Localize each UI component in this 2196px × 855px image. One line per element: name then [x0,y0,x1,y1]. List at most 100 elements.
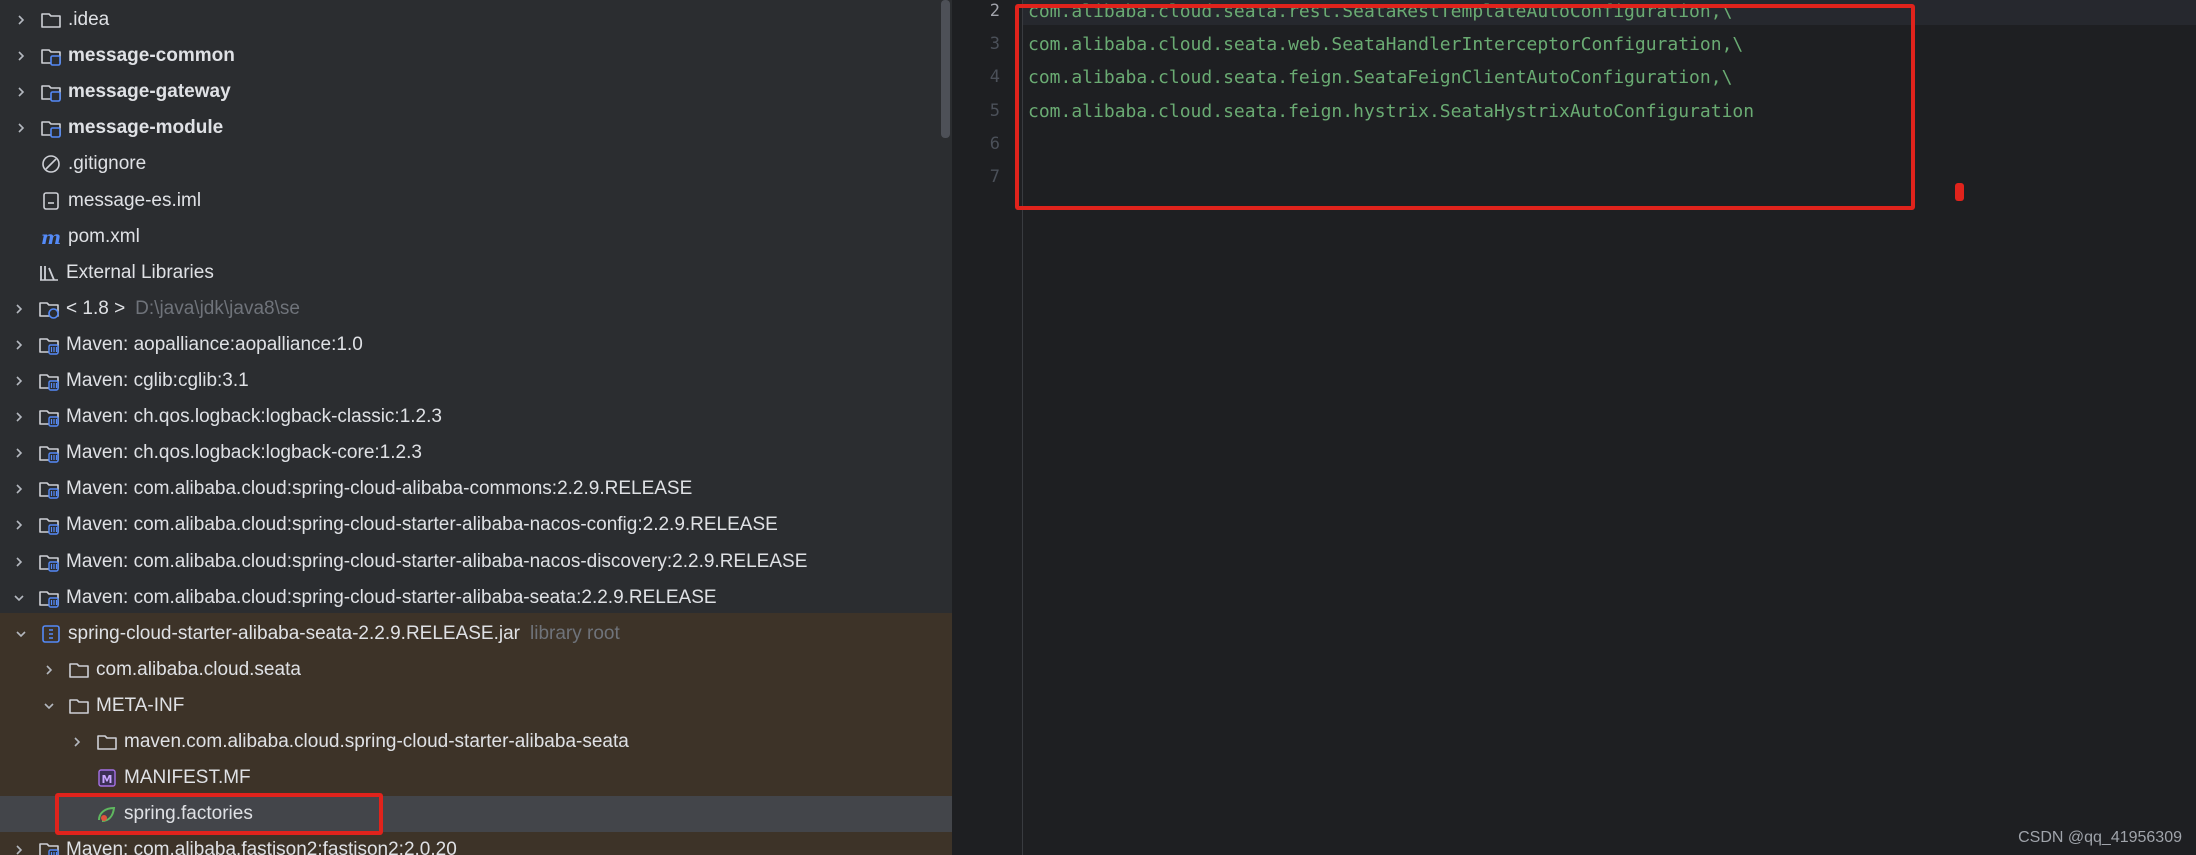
tree-item[interactable]: .gitignore [0,146,952,182]
tree-item-label: MANIFEST.MF [124,767,251,789]
tree-item[interactable]: m pom.xml [0,219,952,255]
project-tree-panel: .idea message-common message-gateway messag… [0,0,952,855]
chevron-right-icon[interactable] [10,81,32,103]
tree-item-label: message-es.iml [68,189,202,211]
module-folder-icon [38,79,64,105]
chevron-right-icon[interactable] [8,478,30,500]
library-folder-icon [36,332,62,358]
chevron-right-icon[interactable] [38,659,60,681]
chevron-right-icon[interactable] [8,442,30,464]
tree-item[interactable]: Maven: com.alibaba.cloud:spring-cloud-al… [0,471,952,507]
tree-item-label: Maven: com.alibaba.cloud:spring-cloud-st… [66,586,717,608]
line-number: 4 [989,67,1000,88]
folder-icon [66,693,92,719]
chevron-right-icon[interactable] [10,45,32,67]
module-folder-icon [38,43,64,69]
tree-item[interactable]: M MANIFEST.MF [0,760,952,796]
chevron-right-icon[interactable] [8,298,30,320]
library-folder-icon [36,837,62,855]
library-folder-icon [36,368,62,394]
annotation-box-spring-factories [55,793,383,835]
chevron-right-icon[interactable] [8,839,30,855]
tree-item[interactable]: External Libraries [0,255,952,291]
ide-window: .idea message-common message-gateway messag… [0,0,2196,855]
chevron-right-icon[interactable] [8,370,30,392]
library-folder-icon [36,476,62,502]
chevron-right-icon[interactable] [66,731,88,753]
tree-item-label: Maven: com.alibaba.cloud:spring-cloud-st… [66,514,778,536]
tree-item-label: META-INF [96,694,185,716]
tree-item-label: Maven: ch.qos.logback:logback-core:1.2.3 [66,442,422,464]
svg-text:M: M [102,773,113,786]
tree-item-label: Maven: com.alibaba.cloud:spring-cloud-st… [66,550,808,572]
annotation-box-code [1015,4,1915,210]
tree-item[interactable]: message-es.iml [0,183,952,219]
tree-item-label: message-common [68,45,235,67]
tree-item-label: pom.xml [68,225,140,247]
annotation-marker [1955,183,1964,201]
library-folder-icon [36,512,62,538]
tree-item-label: message-gateway [68,81,231,103]
chevron-right-icon[interactable] [10,117,32,139]
tree-item-label: spring-cloud-starter-alibaba-seata-2.2.9… [68,622,520,644]
tree-item[interactable]: Maven: com.alibaba.fastjson2:fastjson2:2… [0,832,952,855]
library-folder-icon [36,404,62,430]
tree-item[interactable]: message-common [0,38,952,74]
line-number: 3 [989,34,1000,55]
module-folder-icon [38,115,64,141]
chevron-right-icon[interactable] [8,514,30,536]
tree-item-label: maven.com.alibaba.cloud.spring-cloud-sta… [124,731,629,752]
line-number-gutter: 2 3 4 5 6 7 [954,0,1022,855]
tree-item[interactable]: message-gateway [0,74,952,110]
chevron-down-icon[interactable] [8,587,30,609]
watermark: CSDN @qq_41956309 [2018,829,2182,846]
tree-item[interactable]: spring-cloud-starter-alibaba-seata-2.2.9… [0,616,952,652]
chevron-down-icon[interactable] [38,695,60,717]
folder-icon [94,729,120,755]
tree-item[interactable]: message-module [0,110,952,146]
maven-file-icon: m [38,224,64,250]
chevron-down-icon[interactable] [10,623,32,645]
line-number: 5 [989,100,1000,121]
line-number: 6 [989,133,1000,154]
tree-item-label: .gitignore [68,153,147,175]
tree-item-hint: D:\java\jdk\java8\se [135,297,300,319]
tree-item-label: External Libraries [66,261,214,283]
tree-item[interactable]: maven.com.alibaba.cloud.spring-cloud-sta… [0,724,952,760]
tree-item[interactable]: .idea [0,2,952,38]
folder-icon [38,7,64,33]
library-folder-icon [36,585,62,611]
tree-item-hint: library root [530,622,620,644]
tree-item-label: Maven: com.alibaba.fastjson2:fastjson2:2… [66,839,457,855]
svg-text:m: m [41,227,61,248]
tree-scrollbar-thumb[interactable] [941,0,950,138]
tree-item[interactable]: < 1.8 > D:\java\jdk\java8\se [0,291,952,327]
chevron-right-icon[interactable] [10,9,32,31]
line-number: 7 [989,167,1000,187]
jdk-folder-icon [36,296,62,322]
tree-item[interactable]: com.alibaba.cloud.seata [0,652,952,688]
tree-item[interactable]: Maven: ch.qos.logback:logback-core:1.2.3 [0,435,952,471]
tree-item[interactable]: Maven: com.alibaba.cloud:spring-cloud-st… [0,580,952,616]
tree-item-label: Maven: cglib:cglib:3.1 [66,370,249,391]
tree-item[interactable]: Maven: aopalliance:aopalliance:1.0 [0,327,952,363]
tree-item[interactable]: META-INF [0,688,952,724]
chevron-right-icon[interactable] [8,334,30,356]
tree-item[interactable]: Maven: cglib:cglib:3.1 [0,363,952,399]
line-number: 2 [989,1,1000,21]
tree-item-label: .idea [68,9,110,30]
tree-item-label: Maven: aopalliance:aopalliance:1.0 [66,333,363,355]
chevron-right-icon[interactable] [8,551,30,573]
tree-item-label: Maven: com.alibaba.cloud:spring-cloud-al… [66,478,693,500]
libraries-icon [36,260,62,286]
tree-item[interactable]: Maven: ch.qos.logback:logback-classic:1.… [0,399,952,435]
folder-icon [66,657,92,683]
chevron-right-icon[interactable] [8,406,30,428]
tree-item[interactable]: Maven: com.alibaba.cloud:spring-cloud-st… [0,507,952,543]
tree-item-label: message-module [68,117,224,139]
tree-item-label: < 1.8 > [66,297,126,319]
jar-icon [38,621,64,647]
tree-item-label: Maven: ch.qos.logback:logback-classic:1.… [66,406,442,428]
manifest-file-icon: M [94,765,120,791]
tree-item[interactable]: Maven: com.alibaba.cloud:spring-cloud-st… [0,544,952,580]
